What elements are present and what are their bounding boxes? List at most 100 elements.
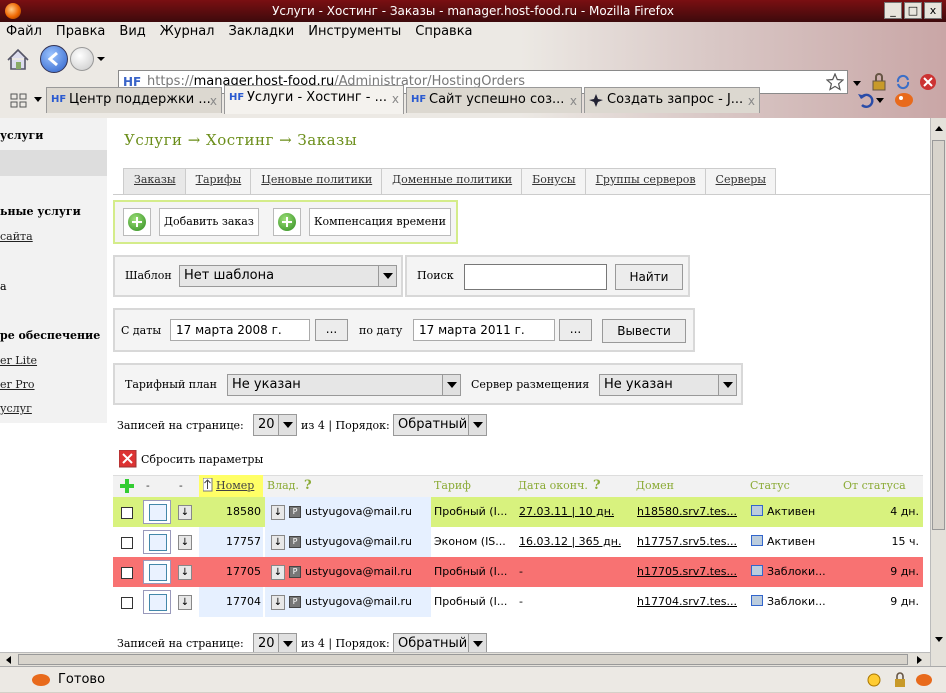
row-domain[interactable]: h18580.srv7.tes...: [637, 497, 737, 527]
tab-create-request[interactable]: Создать запрос - J... x: [584, 87, 760, 113]
edit-icon[interactable]: [143, 590, 171, 614]
undo-dropdown-icon[interactable]: [876, 98, 884, 104]
reset-params-button[interactable]: Сбросить параметры: [119, 450, 289, 470]
row-owner[interactable]: ustyugova@mail.ru: [305, 497, 412, 527]
tab-orders[interactable]: Заказы: [123, 168, 186, 194]
col-since-status[interactable]: От статуса: [843, 475, 906, 497]
owner-profile-icon[interactable]: P: [289, 566, 301, 578]
undo-close-tab-icon[interactable]: [856, 90, 876, 110]
row-arrow-icon[interactable]: ↓: [178, 505, 192, 520]
tab-close-icon[interactable]: x: [210, 89, 217, 113]
sidebar-link-services[interactable]: услуг: [0, 402, 32, 415]
owner-arrow-icon[interactable]: ↓: [271, 565, 285, 580]
minimize-button[interactable]: _: [884, 2, 902, 19]
row-domain[interactable]: h17704.srv7.tes...: [637, 587, 737, 617]
status-lock-icon[interactable]: [892, 672, 908, 688]
tab-support[interactable]: HF Центр поддержки ... x: [46, 87, 222, 113]
row-owner[interactable]: ustyugova@mail.ru: [305, 557, 412, 587]
table-row[interactable]: ↓ 18580 ↓ Pustyugova@mail.ru Пробный (I... 27…: [113, 497, 923, 527]
scroll-down-icon[interactable]: [934, 636, 944, 644]
tab-close-icon[interactable]: x: [570, 89, 577, 113]
tab-close-icon[interactable]: x: [392, 87, 399, 111]
owner-profile-icon[interactable]: P: [289, 506, 301, 518]
row-owner[interactable]: ustyugova@mail.ru: [305, 587, 412, 617]
add-row-icon[interactable]: [119, 478, 135, 494]
owner-arrow-icon[interactable]: ↓: [271, 505, 285, 520]
table-row[interactable]: ↓ 17705 ↓ Pustyugova@mail.ru Пробный (I... - h…: [113, 557, 923, 587]
tab-price-policies[interactable]: Ценовые политики: [250, 168, 383, 194]
home-icon[interactable]: [4, 46, 32, 72]
sort-up-icon[interactable]: [203, 478, 213, 492]
menu-history[interactable]: Журнал: [154, 22, 223, 42]
tab-servers[interactable]: Серверы: [704, 168, 777, 194]
tab-tariffs[interactable]: Тарифы: [184, 168, 252, 194]
row-checkbox[interactable]: [121, 567, 133, 579]
sidebar-selected-item[interactable]: [0, 150, 107, 176]
row-owner[interactable]: ustyugova@mail.ru: [305, 527, 412, 557]
time-compensation-button[interactable]: Компенсация времени: [309, 208, 451, 236]
row-end-date[interactable]: 27.03.11 | 10 дн.: [519, 497, 614, 527]
date-to-picker-button[interactable]: ...: [559, 319, 592, 341]
row-checkbox[interactable]: [121, 537, 133, 549]
show-button[interactable]: Вывести: [602, 319, 686, 343]
history-dropdown-icon[interactable]: [96, 54, 106, 64]
scroll-right-icon[interactable]: [916, 656, 924, 664]
extension-icon[interactable]: [892, 90, 918, 110]
tab-overview-icon[interactable]: [10, 93, 28, 109]
search-button[interactable]: Найти: [615, 264, 683, 290]
time-comp-icon-button[interactable]: [273, 208, 301, 236]
row-checkbox[interactable]: [121, 507, 133, 519]
status-globe-icon[interactable]: [866, 672, 882, 688]
col-domain[interactable]: Домен: [636, 475, 674, 497]
table-row[interactable]: ↓ 17757 ↓ Pustyugova@mail.ru Эконом (IS... 16…: [113, 527, 923, 557]
status-extension-icon[interactable]: [914, 672, 934, 688]
sidebar-link-lite[interactable]: er Lite: [0, 354, 37, 367]
enddate-help-icon[interactable]: ?: [593, 475, 601, 497]
owner-arrow-icon[interactable]: ↓: [271, 595, 285, 610]
row-arrow-icon[interactable]: ↓: [178, 595, 192, 610]
menu-view[interactable]: Вид: [113, 22, 153, 42]
menu-edit[interactable]: Правка: [50, 22, 113, 42]
row-arrow-icon[interactable]: ↓: [178, 535, 192, 550]
template-select[interactable]: Нет шаблона: [179, 265, 397, 287]
menu-bookmarks[interactable]: Закладки: [223, 22, 303, 42]
edit-icon[interactable]: [143, 560, 171, 584]
menu-tools[interactable]: Инструменты: [302, 22, 409, 42]
col-end-date[interactable]: Дата оконч.: [518, 475, 588, 497]
table-row[interactable]: ↓ 17704 ↓ Pustyugova@mail.ru Пробный (I... - h…: [113, 587, 923, 617]
owner-help-icon[interactable]: ?: [304, 475, 312, 497]
sidebar-link-site[interactable]: сайта: [0, 230, 33, 243]
per-page-select[interactable]: 20: [253, 414, 297, 436]
close-button[interactable]: x: [924, 2, 942, 19]
tab-server-groups[interactable]: Группы серверов: [584, 168, 706, 194]
tab-site-created[interactable]: HF Сайт успешно соз... x: [406, 87, 582, 113]
row-domain[interactable]: h17757.srv5.tes...: [637, 527, 737, 557]
tab-bonuses[interactable]: Бонусы: [521, 168, 586, 194]
forward-button[interactable]: [70, 47, 94, 71]
date-to-input[interactable]: 17 марта 2011 г.: [413, 319, 555, 341]
vertical-scrollbar[interactable]: [930, 118, 946, 666]
extension-status-icon[interactable]: [30, 672, 52, 688]
menu-file[interactable]: Файл: [0, 22, 50, 42]
owner-profile-icon[interactable]: P: [289, 536, 301, 548]
server-select[interactable]: Не указан: [599, 374, 737, 396]
col-tariff[interactable]: Тариф: [434, 475, 471, 497]
tab-domain-policies[interactable]: Доменные политики: [381, 168, 523, 194]
date-from-picker-button[interactable]: ...: [315, 319, 348, 341]
sidebar-item-a[interactable]: а: [0, 280, 7, 293]
tab-list-dropdown-icon[interactable]: [34, 97, 42, 103]
maximize-button[interactable]: □: [904, 2, 922, 19]
row-end-date[interactable]: 16.03.12 | 365 дн.: [519, 527, 621, 557]
menu-help[interactable]: Справка: [409, 22, 480, 42]
col-owner[interactable]: Влад.: [267, 475, 299, 497]
horizontal-scrollbar[interactable]: [0, 652, 930, 666]
sidebar-link-pro[interactable]: er Pro: [0, 378, 35, 391]
tab-close-icon[interactable]: x: [748, 89, 755, 113]
row-arrow-icon[interactable]: ↓: [178, 565, 192, 580]
owner-profile-icon[interactable]: P: [289, 596, 301, 608]
back-button[interactable]: [40, 45, 68, 73]
hscroll-thumb[interactable]: [18, 654, 908, 665]
col-number[interactable]: Номер: [216, 475, 254, 497]
scrollbar-thumb[interactable]: [932, 140, 945, 530]
edit-icon[interactable]: [143, 500, 171, 524]
